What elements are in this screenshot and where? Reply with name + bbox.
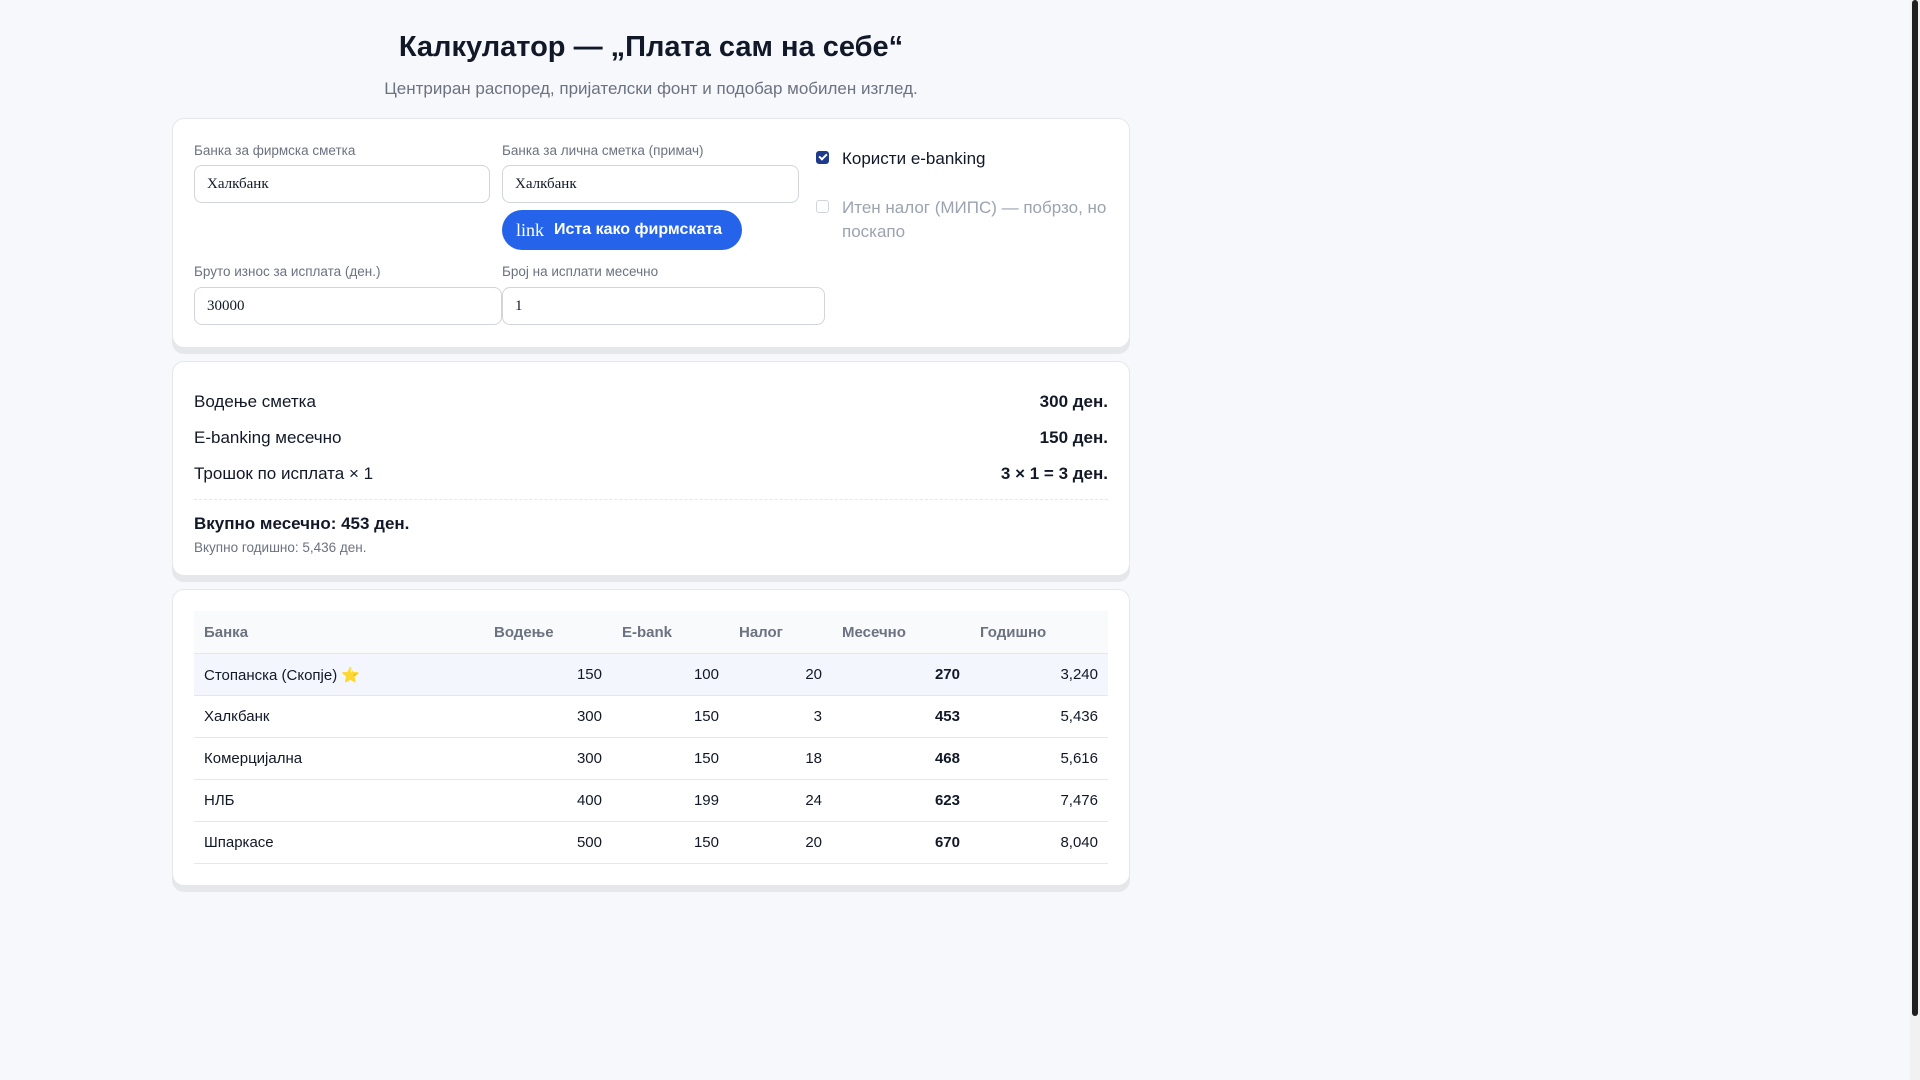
company-bank-label: Банка за фирмска сметка (194, 143, 356, 158)
table-row: Стопанска (Скопје) ⭐ 150 100 20 270 3,240 (194, 653, 1108, 696)
personal-bank-label: Банка за лична сметка (примач) (502, 143, 704, 158)
table-header-row: Банка Водење E-bank Налог Месечно Годишн… (194, 611, 1108, 654)
table-row: Шпаркасе 500 150 20 670 8,040 (194, 821, 1108, 864)
bank-cell: Шпаркасе (194, 821, 484, 864)
summary-value: 150 ден. (1039, 428, 1108, 447)
table-row: Халкбанк 300 150 3 453 5,436 (194, 695, 1108, 738)
summary-label: Трошок по исплата × 1 (194, 464, 374, 483)
column-header-bank[interactable]: Банка (194, 611, 484, 654)
bank-name: Шпаркасе (204, 834, 274, 851)
same-as-company-button[interactable]: link Иста како фирмската (502, 210, 742, 250)
ebank-fee-cell: 150 (612, 737, 729, 780)
column-header-account[interactable]: Водење (484, 611, 612, 654)
payments-per-month-label: Број на исплати месечно (502, 264, 659, 279)
column-header-monthly[interactable]: Месечно (832, 611, 970, 654)
personal-bank-select[interactable]: Халкбанк (502, 165, 799, 203)
summary-value: 300 ден. (1039, 392, 1108, 411)
total-monthly: Вкупно месечно: 453 ден. (194, 514, 410, 533)
bank-name: Комерцијална (204, 750, 303, 767)
yearly-total-cell: 5,616 (970, 737, 1108, 780)
monthly-total-cell: 468 (832, 737, 970, 780)
bank-cell: НЛБ (194, 779, 484, 822)
order-fee-cell: 20 (729, 821, 832, 864)
account-fee-cell: 300 (484, 695, 612, 738)
summary-value: 3 × 1 = 3 ден. (1000, 464, 1108, 483)
monthly-total-cell: 670 (832, 821, 970, 864)
ebanking-checkbox[interactable] (816, 151, 829, 164)
same-as-company-label: Иста како фирмската (554, 221, 723, 238)
table-row: Комерцијална 300 150 18 468 5,616 (194, 737, 1108, 780)
page-subtitle: Центриран распоред, пријателски фонт и п… (384, 79, 918, 98)
total-yearly: Вкупно годишно: 5,436 ден. (194, 540, 367, 555)
bank-name: НЛБ (204, 792, 235, 809)
column-header-yearly[interactable]: Годишно (970, 611, 1108, 654)
summary-row: E-banking месечно 150 ден. (194, 427, 1108, 449)
comparison-card: Банка Водење E-bank Налог Месечно Годишн… (172, 589, 1130, 886)
gross-amount-label: Бруто износ за исплата (ден.) (194, 264, 381, 279)
payments-per-month-input[interactable]: 1 (502, 287, 825, 325)
yearly-total-cell: 7,476 (970, 779, 1108, 822)
summary-card: Водење сметка 300 ден. E-banking месечно… (172, 361, 1130, 576)
summary-label: Водење сметка (194, 392, 316, 411)
column-header-order[interactable]: Налог (729, 611, 832, 654)
yearly-total-cell: 5,436 (970, 695, 1108, 738)
ebank-fee-cell: 100 (612, 653, 729, 696)
bank-cell: Комерцијална (194, 737, 484, 780)
page-scrollbar[interactable] (1910, 0, 1920, 1080)
ebank-fee-cell: 150 (612, 821, 729, 864)
bank-name: Стопанска (Скопје) (204, 666, 338, 684)
monthly-total-cell: 270 (832, 653, 970, 696)
yearly-total-cell: 3,240 (970, 653, 1108, 696)
settings-card: Банка за фирмска сметка Халкбанк Банка з… (172, 118, 1130, 348)
column-header-ebank[interactable]: E-bank (612, 611, 729, 654)
monthly-total-cell: 623 (832, 779, 970, 822)
summary-row: Трошок по исплата × 1 3 × 1 = 3 ден. (194, 463, 1108, 485)
yearly-total-cell: 8,040 (970, 821, 1108, 864)
account-fee-cell: 300 (484, 737, 612, 780)
page-title: Калкулатор — „Плата сам на себе“ (398, 31, 904, 63)
link-icon: link (516, 219, 545, 240)
urgent-order-label: Итен налог (МИПС) — побрзо, но поскапо (842, 198, 1107, 241)
monthly-total-cell: 453 (832, 695, 970, 738)
order-fee-cell: 20 (729, 653, 832, 696)
urgent-order-option[interactable]: Итен налог (МИПС) — побрзо, но поскапо (816, 196, 1112, 244)
page: Калкулатор — „Плата сам на себе“ Центрир… (0, 0, 1920, 1080)
account-fee-cell: 400 (484, 779, 612, 822)
ebank-fee-cell: 199 (612, 779, 729, 822)
summary-row: Водење сметка 300 ден. (194, 391, 1108, 413)
ebanking-label: Користи e-banking (842, 149, 986, 168)
account-fee-cell: 500 (484, 821, 612, 864)
main-container: Калкулатор — „Плата сам на себе“ Центрир… (172, 0, 1130, 886)
bank-name: Халкбанк (204, 708, 270, 725)
page-header: Калкулатор — „Плата сам на себе“ Центрир… (172, 0, 1130, 100)
order-fee-cell: 3 (729, 695, 832, 738)
star-icon: ⭐ (341, 666, 360, 684)
ebank-fee-cell: 150 (612, 695, 729, 738)
order-fee-cell: 18 (729, 737, 832, 780)
summary-label: E-banking месечно (194, 428, 342, 447)
scrollbar-thumb[interactable] (1912, 0, 1918, 1016)
bank-cell: Стопанска (Скопје) ⭐ (194, 653, 484, 696)
urgent-order-checkbox[interactable] (816, 200, 829, 213)
gross-amount-input[interactable]: 30000 (194, 287, 502, 325)
order-fee-cell: 24 (729, 779, 832, 822)
bank-cell: Халкбанк (194, 695, 484, 738)
summary-divider (194, 499, 1108, 500)
table-row: НЛБ 400 199 24 623 7,476 (194, 779, 1108, 822)
account-fee-cell: 150 (484, 653, 612, 696)
ebanking-option[interactable]: Користи e-banking (816, 147, 985, 171)
company-bank-select[interactable]: Халкбанк (194, 165, 490, 203)
comparison-table: Банка Водење E-bank Налог Месечно Годишн… (194, 611, 1108, 864)
